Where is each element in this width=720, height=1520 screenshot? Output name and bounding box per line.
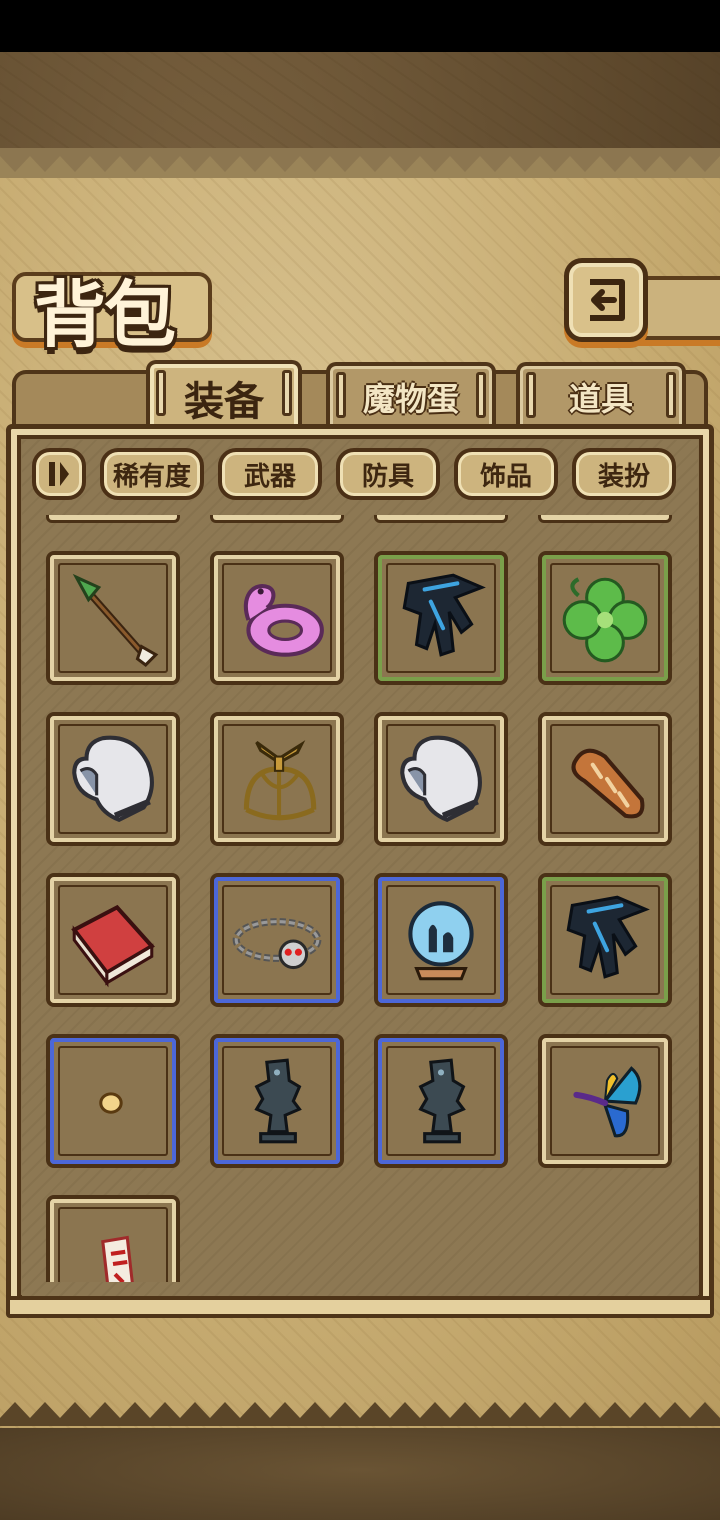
- filter-rarity-button[interactable]: 稀有度: [100, 448, 204, 500]
- skull-chain-necklace-icon: [232, 918, 322, 970]
- inventory-slot[interactable]: [210, 873, 344, 1007]
- tab-items[interactable]: 道具: [516, 362, 686, 428]
- red-brick-icon: [71, 904, 155, 988]
- inventory-slot[interactable]: [210, 551, 344, 685]
- tab-equipment[interactable]: 装备: [146, 360, 302, 432]
- filter-accessory-button[interactable]: 饰品: [454, 448, 558, 500]
- black-glove-icon: [402, 573, 486, 657]
- inventory-slot[interactable]: [538, 712, 672, 846]
- white-mitten-icon: [72, 735, 154, 823]
- butterfly-icon: [573, 1066, 642, 1138]
- small-pebble-icon: [99, 1092, 123, 1114]
- inventory-slot[interactable]: [46, 1195, 180, 1282]
- inventory-slot[interactable]: [210, 712, 344, 846]
- paper-charm-icon: [101, 1235, 134, 1282]
- bread-loaf-icon: [571, 748, 645, 819]
- partial-slot: [538, 515, 672, 523]
- map-background-bottom: [0, 1420, 720, 1520]
- zigzag-bottom-edge: [0, 1402, 720, 1426]
- inventory-slot[interactable]: [374, 873, 508, 1007]
- back-button[interactable]: [564, 258, 648, 342]
- tab-equipment-label: 装备: [184, 379, 264, 425]
- tab-monster-eggs[interactable]: 魔物蛋: [326, 362, 496, 428]
- partial-slot: [46, 515, 180, 523]
- propeller-helmet-icon: [243, 740, 317, 821]
- sort-toggle-icon: [49, 462, 69, 486]
- inventory-slot[interactable]: [374, 551, 508, 685]
- stone-statue-icon: [418, 1058, 466, 1144]
- partial-slot: [374, 515, 508, 523]
- white-mitten-icon: [400, 735, 482, 823]
- inventory-slot[interactable]: [210, 1034, 344, 1168]
- return-arrow-icon: [590, 279, 625, 321]
- inventory-slot[interactable]: [538, 873, 672, 1007]
- black-glove-icon: [566, 895, 650, 979]
- partial-slot: [210, 515, 344, 523]
- stone-statue-icon: [254, 1058, 302, 1144]
- page-title: 背包: [34, 272, 176, 357]
- inventory-slot[interactable]: [46, 873, 180, 1007]
- inventory-slot[interactable]: [46, 712, 180, 846]
- zigzag-top-edge: [0, 148, 720, 172]
- inventory-slot[interactable]: [46, 1034, 180, 1168]
- inventory-slot[interactable]: [374, 712, 508, 846]
- tab-monster-eggs-label: 魔物蛋: [362, 380, 459, 418]
- inventory-slot[interactable]: [538, 1034, 672, 1168]
- inventory-slot[interactable]: [46, 551, 180, 685]
- inventory-grid[interactable]: [22, 515, 698, 1282]
- sort-toggle-button[interactable]: [32, 448, 86, 500]
- filter-costume-button[interactable]: 装扮: [572, 448, 676, 500]
- snow-globe-icon: [408, 901, 474, 981]
- panel-bottom-bar: [6, 1296, 714, 1318]
- inventory-slot[interactable]: [374, 1034, 508, 1168]
- filter-weapon-button[interactable]: 武器: [218, 448, 322, 500]
- filter-armor-button[interactable]: 防具: [336, 448, 440, 500]
- inventory-slot[interactable]: [538, 551, 672, 685]
- arrow-icon: [72, 573, 159, 667]
- status-bar: [0, 0, 720, 52]
- tab-items-label: 道具: [568, 380, 633, 418]
- pink-snake-float-ring-icon: [243, 584, 324, 657]
- four-leaf-clover-icon: [562, 577, 648, 663]
